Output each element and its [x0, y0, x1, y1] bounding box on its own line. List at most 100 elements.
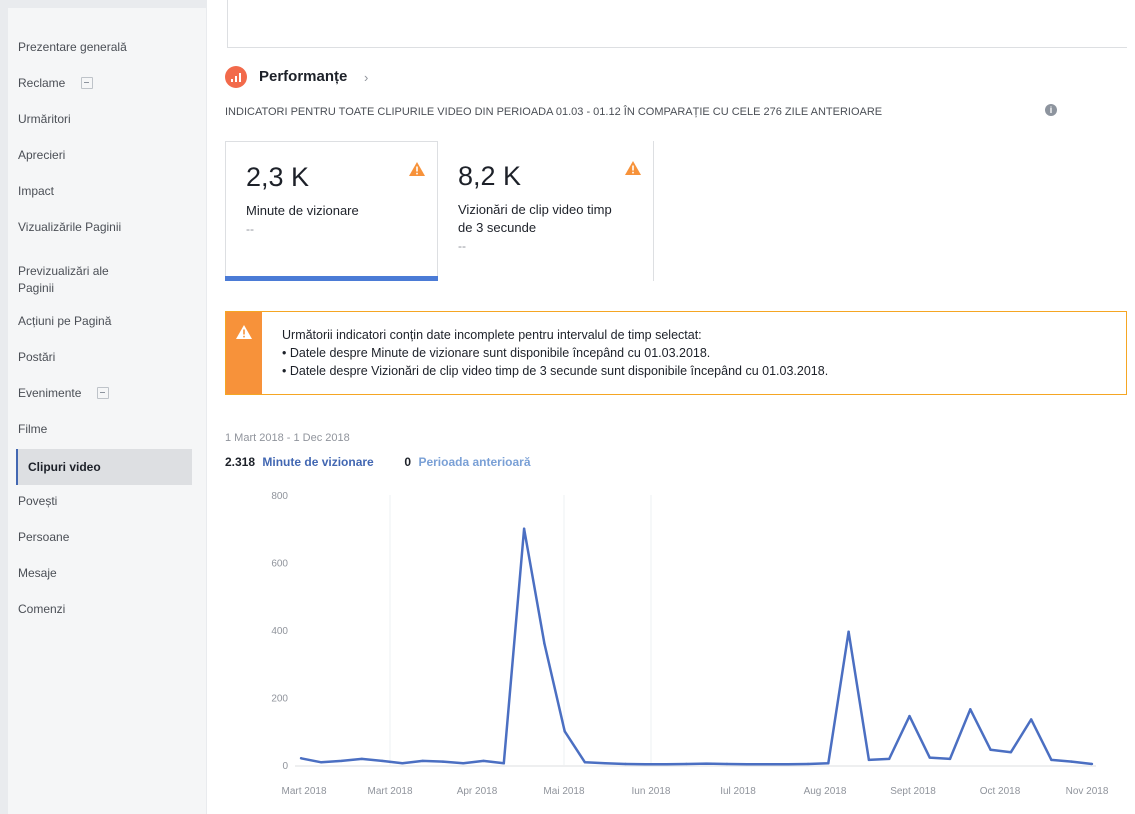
- x-tick-label: Aug 2018: [804, 786, 847, 797]
- data-point: [1070, 760, 1073, 763]
- sidebar-item-label: Vizualizările Paginii: [18, 220, 122, 234]
- data-point: [340, 759, 343, 763]
- sidebar: Prezentare generală Reclame Urmăritori Apre…: [8, 8, 206, 814]
- metric-delta: --: [246, 222, 254, 236]
- data-point: [522, 527, 526, 530]
- legend-total-current: 2.318: [225, 455, 256, 469]
- sidebar-item[interactable]: Comenzi: [18, 602, 192, 616]
- data-point: [786, 763, 789, 766]
- chevron-right-icon[interactable]: ›: [364, 70, 368, 85]
- data-point: [502, 762, 506, 765]
- sidebar-item-label: Mesaje: [18, 566, 57, 580]
- x-tick-label: Apr 2018: [457, 786, 498, 797]
- bar-chart-icon: [225, 66, 247, 88]
- sidebar-item[interactable]: Povești: [18, 494, 192, 508]
- metric-card-watch-minutes[interactable]: 2,3 K Minute de vizionare --: [225, 141, 438, 281]
- warning-icon: [236, 325, 252, 339]
- data-point: [401, 762, 404, 765]
- performance-subtitle: INDICATORI PENTRU TOATE CLIPURILE VIDEO …: [225, 106, 883, 118]
- data-point: [543, 642, 546, 645]
- sidebar-item-label: Povești: [18, 494, 58, 508]
- data-point: [908, 714, 911, 718]
- data-point: [928, 756, 931, 759]
- data-point: [1029, 718, 1033, 721]
- data-point: [867, 758, 871, 762]
- sidebar-item[interactable]: Acțiuni pe Pagină: [18, 314, 192, 328]
- data-point: [989, 748, 992, 752]
- data-point: [664, 763, 668, 766]
- sidebar-item[interactable]: Urmăritori: [18, 112, 192, 126]
- metric-value: 8,2 K: [458, 161, 522, 191]
- data-point: [604, 762, 607, 765]
- sidebar-item[interactable]: Mesaje: [18, 566, 192, 580]
- sidebar-item[interactable]: Vizualizările Paginii: [18, 220, 192, 234]
- legend-series-previous[interactable]: Perioada anterioară: [418, 455, 530, 469]
- metric-label: Vizionări de clip video timp de 3 secund…: [458, 202, 612, 235]
- data-point: [644, 763, 647, 766]
- expand-icon[interactable]: [97, 387, 110, 399]
- x-tick-label: Mart 2018: [367, 786, 412, 797]
- notice-line: • Datele despre Minute de vizionare sunt…: [282, 346, 711, 360]
- data-point: [1090, 762, 1094, 766]
- sidebar-item[interactable]: Clipuri video: [16, 449, 192, 485]
- sidebar-item[interactable]: Reclame: [18, 76, 192, 90]
- sidebar-item[interactable]: Filme: [18, 422, 192, 436]
- data-point: [1009, 750, 1013, 754]
- sidebar-item-label: Urmăritori: [18, 112, 71, 126]
- data-point: [705, 762, 708, 765]
- data-point: [766, 763, 769, 766]
- warning-icon: [625, 161, 641, 175]
- sidebar-item-label: Acțiuni pe Pagină: [18, 314, 112, 328]
- data-point: [360, 757, 364, 761]
- data-point: [746, 763, 749, 766]
- notice-stripe: [226, 312, 262, 394]
- sidebar-item-label: Clipuri video: [28, 460, 101, 474]
- date-range: 1 Mart 2018 - 1 Dec 2018: [225, 432, 350, 444]
- x-tick-label: Iul 2018: [720, 786, 756, 797]
- expand-icon[interactable]: [81, 77, 94, 89]
- line-chart: 0 200 400 600 800 Mart 2018 Mart 2018 Apr 2018 M…: [271, 491, 1109, 797]
- x-tick-label: Iun 2018: [632, 786, 671, 797]
- sidebar-item[interactable]: Aprecieri: [18, 148, 192, 162]
- sidebar-item-label: Reclame: [18, 76, 66, 90]
- sidebar-item[interactable]: Impact: [18, 184, 192, 198]
- data-point: [806, 762, 810, 766]
- data-point: [441, 760, 445, 763]
- data-point: [725, 762, 729, 766]
- x-tick-label: Mart 2018: [281, 786, 326, 797]
- top-divider: [227, 47, 1127, 48]
- sidebar-item[interactable]: Postări: [18, 350, 192, 364]
- series-line-watch-minutes: [300, 527, 1093, 766]
- sidebar-item-label: Postări: [18, 350, 56, 364]
- sidebar-item-label: Prezentare generală: [18, 40, 127, 54]
- info-icon[interactable]: i: [1045, 104, 1057, 116]
- metric-label: Minute de vizionare: [246, 203, 359, 218]
- sidebar-item[interactable]: Evenimente: [18, 386, 192, 400]
- data-point: [421, 759, 424, 763]
- data-point: [969, 708, 972, 711]
- notice-heading: Următorii indicatori conțin date incompl…: [282, 328, 702, 342]
- selected-indicator: [225, 276, 438, 281]
- metric-card-3s-views[interactable]: 8,2 K Vizionări de clip video timp de 3 …: [438, 141, 654, 281]
- x-tick-label: Sept 2018: [890, 786, 936, 797]
- legend-total-previous: 0: [404, 455, 412, 469]
- sidebar-item[interactable]: Previzualizări ale Paginii: [18, 263, 148, 297]
- sidebar-item-label: Previzualizări ale Paginii: [18, 264, 109, 295]
- legend-series-current[interactable]: Minute de vizionare: [262, 455, 373, 469]
- warning-icon: [409, 162, 425, 176]
- sidebar-item[interactable]: Prezentare generală: [18, 40, 192, 54]
- data-point: [1050, 758, 1053, 762]
- data-point: [462, 762, 465, 765]
- sidebar-item-label: Impact: [18, 184, 55, 198]
- notice-line: • Datele despre Vizionări de clip video …: [282, 364, 829, 378]
- data-point: [299, 757, 303, 760]
- sidebar-item[interactable]: Persoane: [18, 530, 192, 544]
- metric-value: 2,3 K: [246, 162, 310, 192]
- y-tick-label: 800: [271, 491, 288, 502]
- y-tick-label: 0: [282, 761, 288, 772]
- y-tick-label: 200: [271, 694, 288, 705]
- chart-legend: 2.318 Minute de vizionare 0 Perioada ant…: [225, 455, 531, 469]
- incomplete-data-notice: Următorii indicatori conțin date incompl…: [225, 311, 1127, 395]
- performance-title[interactable]: Performanțe: [259, 68, 347, 85]
- top-divider-vertical: [227, 0, 228, 47]
